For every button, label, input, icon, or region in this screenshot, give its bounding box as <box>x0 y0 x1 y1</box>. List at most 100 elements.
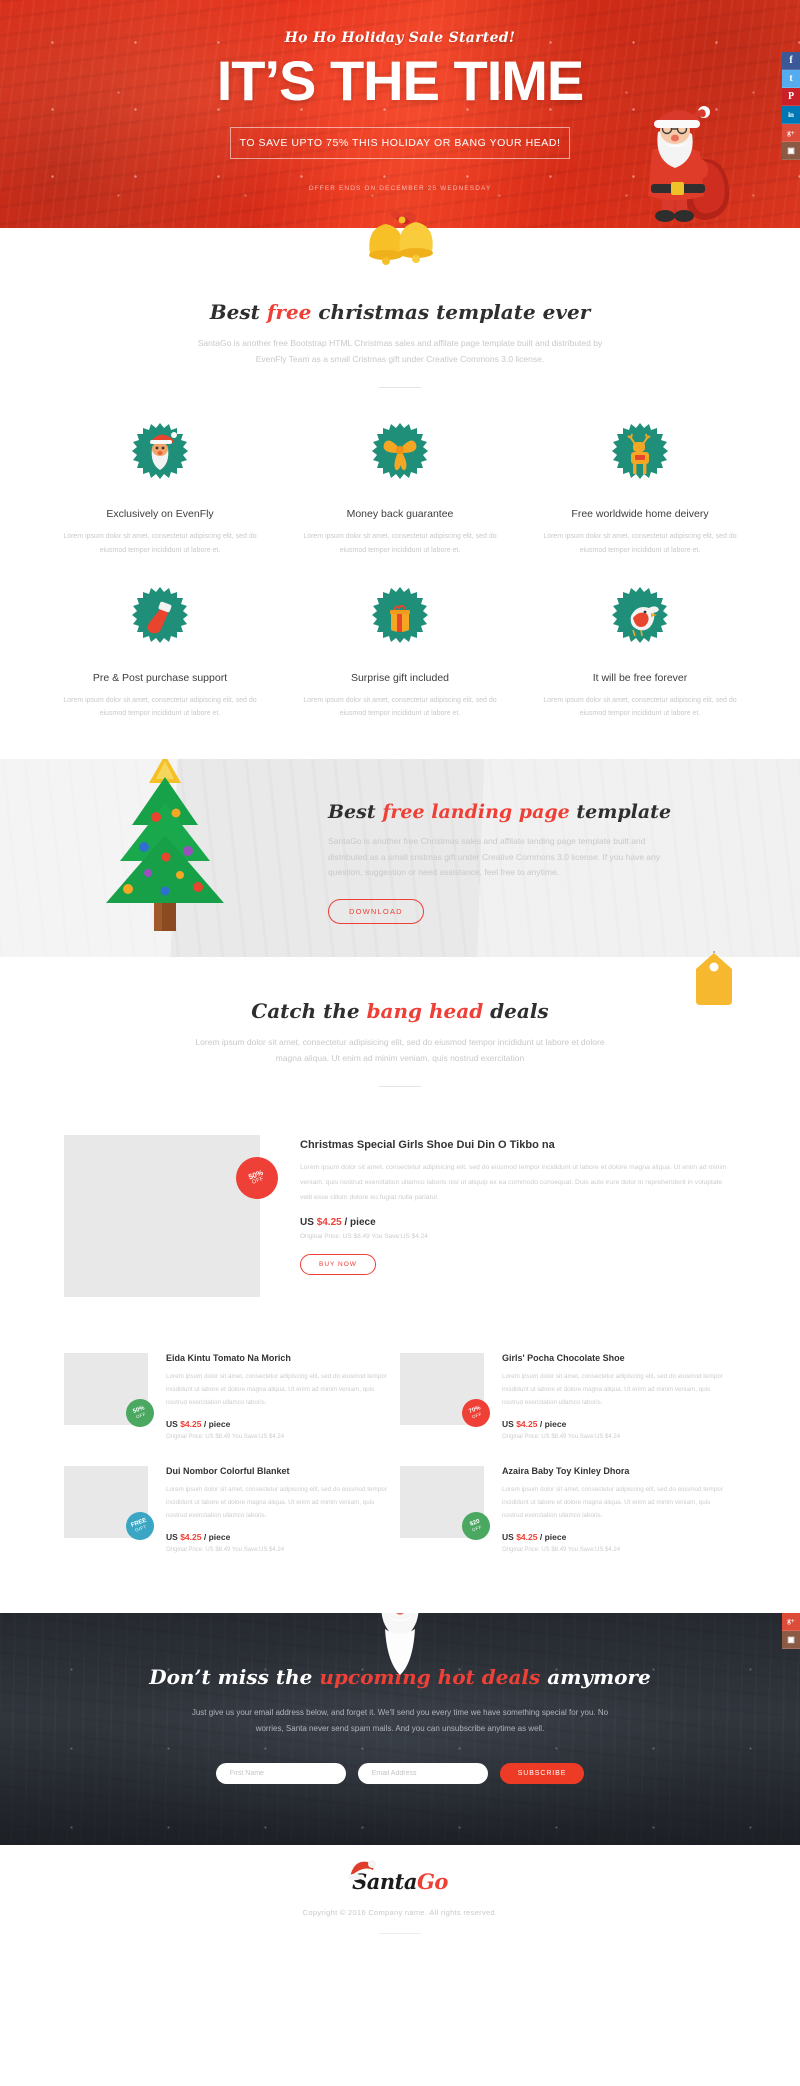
landing-template-section: Best free landing page template SantaGo … <box>0 759 800 957</box>
landing-copy: Best free landing page template SantaGo … <box>328 759 760 957</box>
santa-icon <box>129 422 191 494</box>
robin-bird-icon <box>609 586 671 658</box>
price-amount: $4.25 <box>516 1419 538 1430</box>
stocking-icon <box>129 586 191 658</box>
features-row-2: Pre & Post purchase support Lorem ipsum … <box>40 586 760 749</box>
newsletter-form: SUBSCRIBE <box>0 1762 800 1784</box>
landing-title-post: template <box>569 801 672 823</box>
product-price-note: Original Price: US $8.49 You Save:US $4.… <box>166 1546 285 1553</box>
feature-text: Lorem ipsum dolor sit amet, consectetur … <box>63 533 257 555</box>
googleplus-icon[interactable]: g+ <box>782 1612 800 1631</box>
bow-icon <box>369 422 431 494</box>
subscribe-button[interactable]: SUBSCRIBE <box>499 1762 585 1784</box>
price-amount: $4.25 <box>516 1531 538 1542</box>
facebook-glyph: f <box>789 55 793 66</box>
discount-off-label: OFF <box>251 1176 265 1187</box>
email-input[interactable] <box>357 1762 488 1784</box>
linkedin-glyph: in <box>788 110 794 119</box>
copyright-text: Copyright © 2016 Company name. All right… <box>302 1907 498 1917</box>
landing-inner: Best free landing page template SantaGo … <box>0 759 800 957</box>
landing-title: Best free landing page template <box>328 801 760 823</box>
price-amount: $4.25 <box>316 1217 342 1229</box>
twitter-icon[interactable]: t <box>782 70 800 88</box>
reindeer-icon <box>609 422 671 494</box>
hero-section: f t P in g+ ▣ Ho Ho Holiday Sale Started… <box>0 0 800 228</box>
newsletter-title-pre: Don’t miss the <box>149 1664 320 1689</box>
instagram-icon[interactable]: ▣ <box>782 142 800 160</box>
featured-product-description: Lorem ipsum dolor sit amet, consectetur … <box>300 1164 727 1201</box>
feature-card: Money back guarantee Lorem ipsum dolor s… <box>280 422 520 585</box>
intro-title-highlight: free <box>266 300 312 324</box>
product-price: US $4.25 / piece <box>166 1419 388 1429</box>
feature-text: Lorem ipsum dolor sit amet, consectetur … <box>303 696 497 718</box>
footer-logo[interactable]: SantaGo <box>348 1859 448 1894</box>
product-price: US $4.25 / piece <box>502 1419 724 1429</box>
download-button[interactable]: DOWNLOAD <box>328 899 424 925</box>
footer: SantaGo Copyright © 2016 Company name. A… <box>0 1844 800 1960</box>
product-grid: 50% OFF Eida Kintu Tomato Na Morich Lore… <box>64 1353 736 1578</box>
product-description: Lorem ipsum dolor sit amet, consectetur … <box>166 1486 387 1519</box>
feature-card: Exclusively on EvenFly Lorem ipsum dolor… <box>40 422 280 585</box>
newsletter-paragraph: Just give us your email address below, a… <box>191 1707 609 1733</box>
feature-title: Free worldwide home deivery <box>571 508 709 521</box>
landing-title-highlight: free landing page <box>382 801 570 823</box>
feature-title: It will be free forever <box>592 671 688 684</box>
deals-paragraph: Lorem ipsum dolor sit amet, consectetur … <box>195 1037 605 1063</box>
price-unit: / piece <box>203 1419 231 1430</box>
product-title: Azaira Baby Toy Kinley Dhora <box>502 1466 630 1477</box>
newsletter-section: f t P in g+ ▣ Don’t miss the upcoming ho… <box>0 1612 800 1845</box>
pinterest-icon[interactable]: P <box>782 88 800 106</box>
product-title: Dui Nombor Colorful Blanket <box>166 1466 290 1477</box>
feature-text: Lorem ipsum dolor sit amet, consectetur … <box>63 696 257 718</box>
pinterest-glyph: P <box>787 91 795 102</box>
discount-off-label: OFF <box>471 1411 483 1420</box>
product-title: Girls' Pocha Chocolate Shoe <box>502 1353 625 1364</box>
feature-card: Surprise gift included Lorem ipsum dolor… <box>280 586 520 749</box>
product-price-note: Original Price: US $8.49 You Save:US $4.… <box>502 1434 621 1441</box>
googleplus-glyph: g+ <box>787 1617 795 1626</box>
instagram-glyph: ▣ <box>787 1634 795 1644</box>
facebook-icon[interactable]: f <box>782 52 800 70</box>
discount-off-label: OFF <box>135 1411 147 1420</box>
instagram-glyph: ▣ <box>787 146 795 155</box>
intro-title-post: christmas template ever <box>311 300 591 324</box>
product-card: 50% OFF Eida Kintu Tomato Na Morich Lore… <box>64 1353 400 1440</box>
product-card: 70% OFF Girls' Pocha Chocolate Shoe Lore… <box>400 1353 736 1440</box>
buy-now-button[interactable]: BUY NOW <box>300 1254 376 1276</box>
product-price: US $4.25 / piece <box>166 1532 388 1542</box>
feature-title: Surprise gift included <box>350 671 450 684</box>
santa-illustration <box>648 106 730 222</box>
hero-subtitle-box: TO SAVE UPTO 75% THIS HOLIDAY OR BANG YO… <box>230 127 570 160</box>
product-price-note: Original Price: US $8.49 You Save:US $4.… <box>502 1546 621 1553</box>
price-currency: US <box>166 1531 178 1542</box>
feature-card: Free worldwide home deivery Lorem ipsum … <box>520 422 760 585</box>
feature-title: Pre & Post purchase support <box>92 671 228 684</box>
linkedin-icon[interactable]: in <box>782 106 800 124</box>
feature-text: Lorem ipsum dolor sit amet, consectetur … <box>303 533 497 555</box>
intro-divider <box>379 387 421 389</box>
logo-go: Go <box>416 1868 448 1894</box>
intro-section: Best free christmas template ever SantaG… <box>0 286 800 389</box>
discount-off-label: OFF <box>471 1524 483 1533</box>
featured-price-note: Original Price: US $8.49 You Save:US $4.… <box>300 1233 428 1241</box>
product-description: Lorem ipsum dolor sit amet, consectetur … <box>166 1373 387 1407</box>
product-body: Girls' Pocha Chocolate Shoe Lorem ipsum … <box>484 1353 736 1440</box>
price-unit: / piece <box>344 1217 376 1229</box>
price-currency: US <box>300 1217 314 1229</box>
feature-title: Money back guarantee <box>346 508 454 521</box>
first-name-input[interactable] <box>215 1762 346 1784</box>
hero-kicker: Ho Ho Holiday Sale Started! <box>284 30 516 46</box>
googleplus-icon[interactable]: g+ <box>782 124 800 142</box>
product-price: US $4.25 / piece <box>502 1532 724 1542</box>
footer-divider <box>379 1932 421 1934</box>
featured-product-price: US $4.25 / piece <box>300 1217 736 1228</box>
product-description: Lorem ipsum dolor sit amet, consectetur … <box>502 1486 723 1519</box>
instagram-icon[interactable]: ▣ <box>782 1630 800 1649</box>
bells-decoration-area <box>0 211 800 286</box>
deals-title-post: deals <box>483 999 549 1023</box>
product-body: Dui Nombor Colorful Blanket Lorem ipsum … <box>148 1466 400 1553</box>
santa-hat-icon <box>348 1859 377 1881</box>
newsletter-title-post: amymore <box>540 1664 651 1689</box>
price-tag-icon <box>696 951 732 1005</box>
product-title: Eida Kintu Tomato Na Morich <box>166 1353 291 1364</box>
